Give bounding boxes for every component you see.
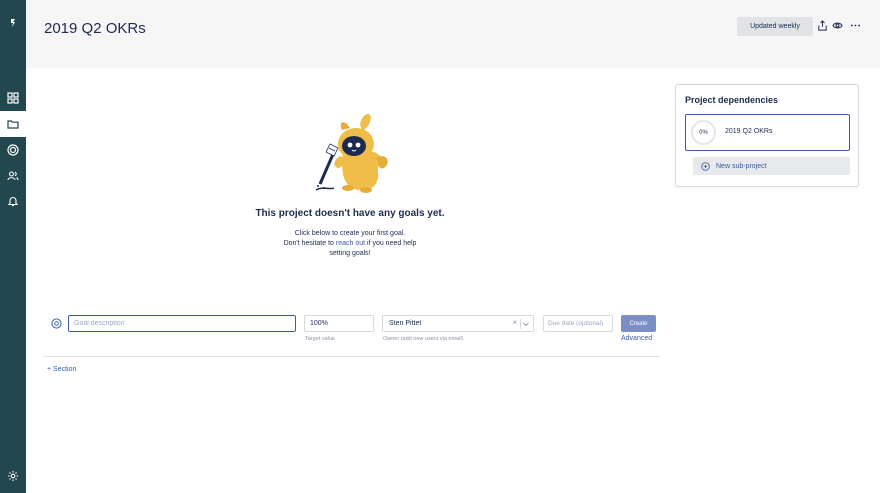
empty-state-message: Click below to create your first goal. D… [250,229,450,259]
empty-state-text: Don't hesitate to [283,240,336,247]
select-divider [520,319,521,329]
mascot-illustration [315,113,388,193]
goal-description-input[interactable] [68,315,296,332]
reach-out-link[interactable]: reach out [336,240,365,247]
logo-icon[interactable] [0,10,26,36]
clear-owner-icon[interactable]: × [512,318,517,327]
target-value-hint: Target value [305,336,335,342]
more-icon[interactable] [848,18,862,32]
empty-state-title: This project doesn't have any goals yet. [255,208,445,219]
progress-ring: 0% [691,120,716,145]
project-dependencies-panel: Project dependencies 0% 2019 Q2 OKRs New… [675,84,859,187]
target-icon[interactable] [0,137,26,163]
gear-icon[interactable] [0,463,26,489]
empty-state-line: Don't hesitate to reach out if you need … [250,239,450,249]
owner-hint: Owner (add new users via email) [383,336,464,342]
divider [43,356,660,357]
add-section-link[interactable]: + Section [47,366,76,373]
page-header: 2019 Q2 OKRs Updated weekly [26,0,880,68]
owner-select[interactable]: Sten Pittet × [382,315,534,332]
create-goal-button[interactable]: Create [621,315,656,332]
sidebar [0,0,26,493]
empty-state-line: Click below to create your first goal. [294,230,406,237]
goal-progress-icon[interactable] [51,318,62,329]
new-subproject-button[interactable]: New sub-project [693,157,850,175]
users-icon[interactable] [0,163,26,189]
new-subproject-label: New sub-project [716,162,767,170]
project-card[interactable]: 0% 2019 Q2 OKRs [685,114,850,151]
share-icon[interactable] [815,18,829,32]
page-title: 2019 Q2 OKRs [44,20,146,37]
panel-title: Project dependencies [685,95,779,105]
folder-icon[interactable] [0,111,26,137]
bell-icon[interactable] [0,188,26,214]
progress-label: 0% [699,129,708,136]
advanced-link[interactable]: Advanced [621,335,652,342]
empty-state-text: if you need help [365,240,417,247]
plus-circle-icon [701,161,710,171]
eye-icon[interactable] [830,18,844,32]
grid-icon[interactable] [0,85,26,111]
empty-state-line: setting goals! [329,250,371,257]
owner-selected-value: Sten Pittet [389,320,422,327]
chevron-down-icon[interactable] [522,320,530,328]
project-name: 2019 Q2 OKRs [725,128,773,135]
due-date-input[interactable] [543,315,613,332]
update-frequency-button[interactable]: Updated weekly [737,17,813,36]
target-value-input[interactable] [304,315,374,332]
